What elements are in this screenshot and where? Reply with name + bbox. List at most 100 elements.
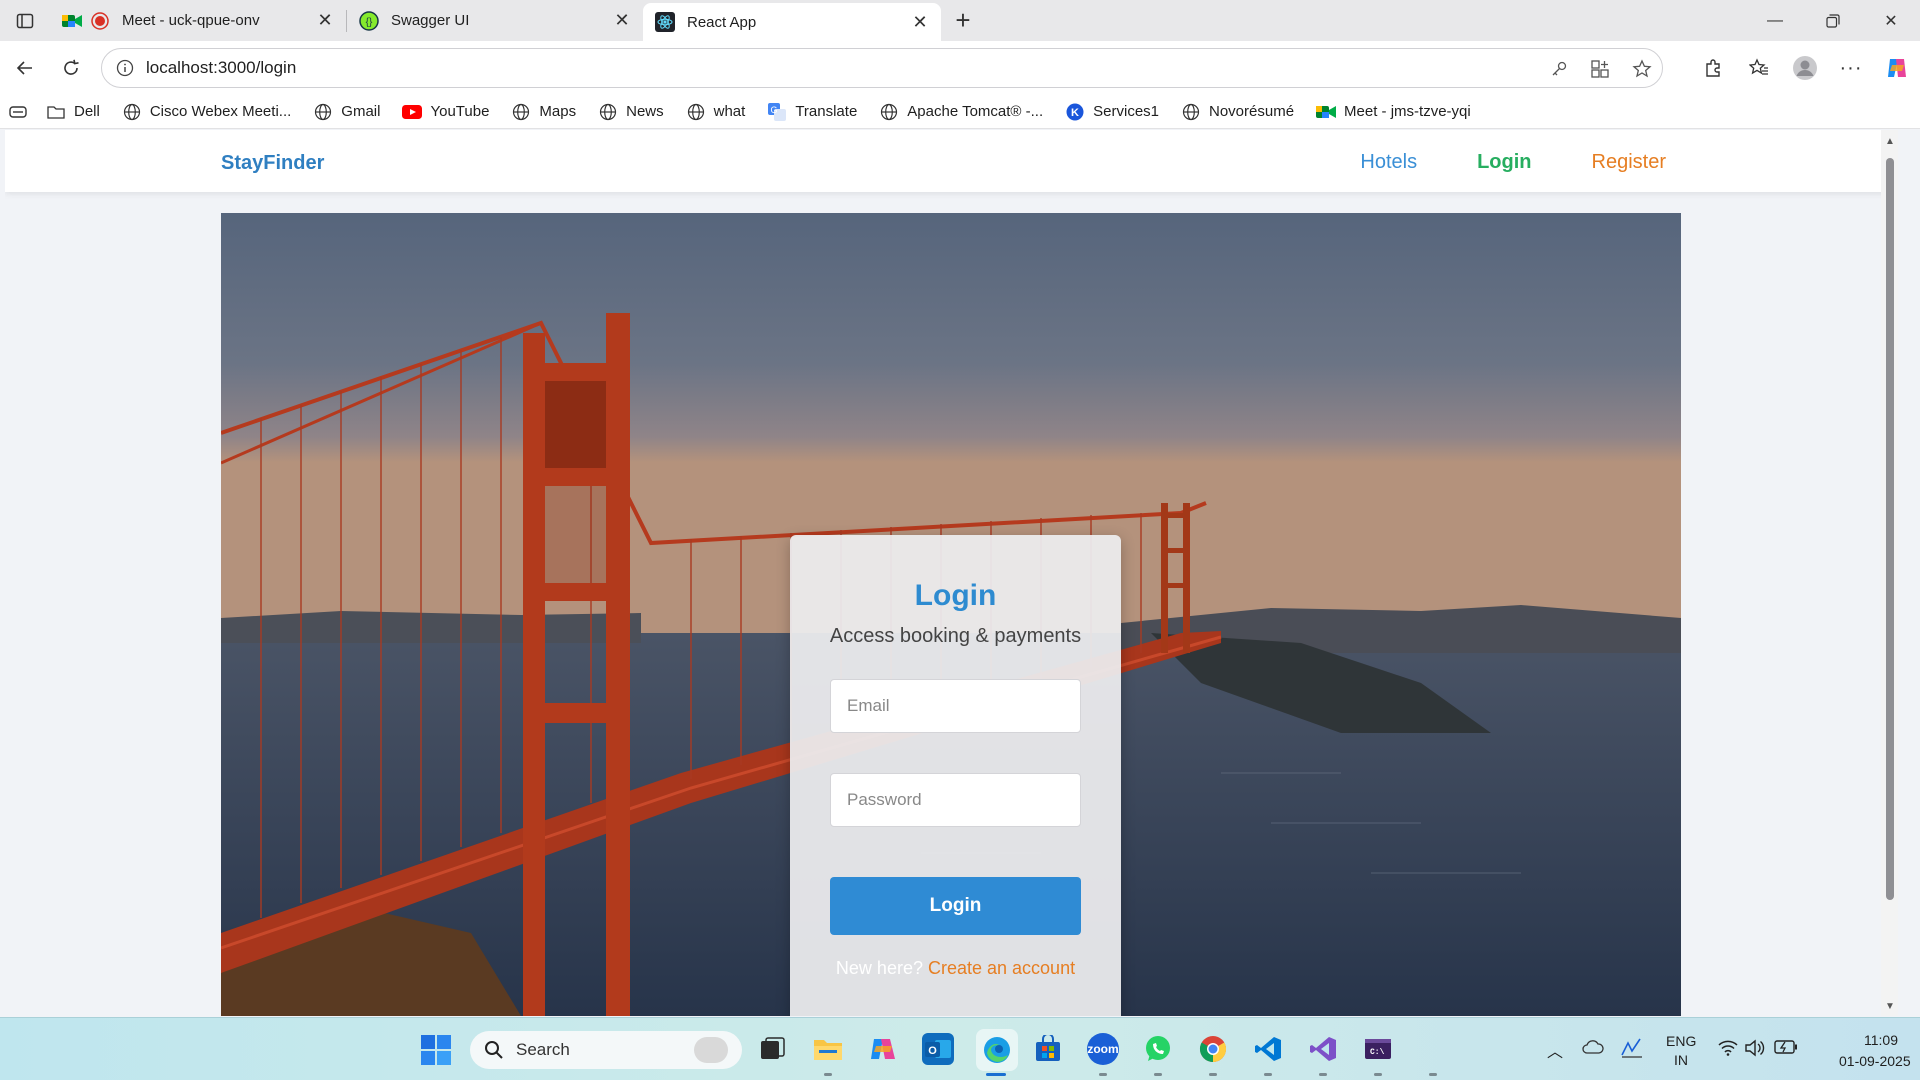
bookmarks-bar: Dell Cisco Webex Meeti... Gmail YouTube …	[0, 95, 1920, 129]
address-bar[interactable]: localhost:3000/login	[101, 48, 1663, 88]
create-account-link[interactable]: Create an account	[928, 958, 1075, 978]
browser-toolbar: localhost:3000/login ···	[0, 41, 1920, 95]
tab-meet[interactable]: Meet - uck-qpue-onv ✕	[50, 0, 346, 41]
network-sync-icon[interactable]	[1620, 1037, 1644, 1062]
favorite-star-icon[interactable]	[1632, 59, 1652, 79]
terminal-icon[interactable]: C:\	[1362, 1033, 1394, 1065]
password-input[interactable]: Password	[830, 773, 1081, 827]
edge-browser-icon[interactable]	[976, 1029, 1018, 1071]
bookmark-gmail[interactable]: Gmail	[313, 102, 380, 122]
scrollbar-thumb[interactable]	[1886, 158, 1894, 900]
taskbar-search[interactable]: Search	[470, 1031, 742, 1069]
login-submit-button[interactable]: Login	[830, 877, 1081, 935]
minimize-icon[interactable]: ―	[1746, 0, 1804, 41]
back-button[interactable]	[2, 48, 48, 88]
tab-swagger[interactable]: {} Swagger UI ✕	[347, 0, 643, 41]
bookmark-what[interactable]: what	[686, 102, 746, 122]
clock-time[interactable]: 11:09	[1864, 1032, 1898, 1048]
whatsapp-icon[interactable]	[1142, 1033, 1174, 1065]
task-view-icon[interactable]	[757, 1033, 789, 1065]
bookmark-youtube[interactable]: YouTube	[402, 102, 489, 122]
bookmark-novoresume[interactable]: Novorésumé	[1181, 102, 1294, 122]
close-tab-icon[interactable]: ✕	[611, 10, 633, 32]
bookmark-label: Meet - jms-tzve-yqi	[1344, 103, 1471, 120]
tab-strip: Meet - uck-qpue-onv ✕ {} Swagger UI ✕ Re…	[0, 0, 1920, 41]
close-tab-icon[interactable]: ✕	[909, 11, 931, 33]
globe-icon	[122, 102, 142, 122]
new-here-text: New here?	[835, 958, 923, 978]
bookmark-cisco-webex[interactable]: Cisco Webex Meeti...	[122, 102, 291, 122]
site-header: StayFinder Hotels Login Register	[5, 130, 1898, 192]
scroll-down-icon[interactable]: ▼	[1884, 1001, 1896, 1012]
clock-date[interactable]: 01-09-2025	[1839, 1053, 1911, 1069]
bookmark-label: Services1	[1093, 103, 1159, 120]
favorites-icon[interactable]	[1736, 48, 1782, 88]
reading-list-icon[interactable]	[8, 104, 28, 120]
windows-start-icon[interactable]	[421, 1035, 451, 1065]
extensions-icon[interactable]	[1690, 48, 1736, 88]
bookmark-apache-tomcat[interactable]: Apache Tomcat® -...	[879, 102, 1043, 122]
bookmark-translate[interactable]: G Translate	[767, 102, 857, 122]
visual-studio-icon[interactable]	[1307, 1033, 1339, 1065]
signup-prompt: New here? Create an account	[790, 958, 1121, 979]
sidebar-toggle-icon	[16, 13, 34, 28]
login-card: Login Access booking & payments Email Pa…	[790, 535, 1121, 1016]
globe-icon	[313, 102, 333, 122]
outlook-icon[interactable]: O	[922, 1033, 954, 1065]
copilot-icon[interactable]	[1874, 48, 1920, 88]
nav-register-link[interactable]: Register	[1592, 151, 1666, 174]
nav-hotels-link[interactable]: Hotels	[1360, 151, 1417, 174]
svg-text:{}: {}	[366, 17, 373, 28]
zoom-icon[interactable]: zoom	[1087, 1033, 1119, 1065]
page-viewport: StayFinder Hotels Login Register Login A…	[5, 130, 1898, 1016]
email-input[interactable]: Email	[830, 679, 1081, 733]
running-indicator	[1099, 1073, 1107, 1076]
reload-button[interactable]	[48, 48, 94, 88]
active-app-indicator	[986, 1073, 1006, 1076]
bookmark-maps[interactable]: Maps	[511, 102, 576, 122]
more-options-icon[interactable]: ···	[1828, 48, 1874, 88]
scroll-up-icon[interactable]: ▲	[1884, 136, 1896, 147]
bookmark-label: Maps	[539, 103, 577, 120]
bookmark-meet[interactable]: Meet - jms-tzve-yqi	[1316, 102, 1471, 122]
language-indicator[interactable]: ENG	[1666, 1033, 1696, 1049]
restore-icon[interactable]	[1804, 0, 1862, 41]
volume-icon[interactable]	[1744, 1039, 1766, 1060]
site-info-icon[interactable]	[116, 59, 134, 77]
tab-actions-button[interactable]	[0, 0, 50, 41]
vscode-icon[interactable]	[1252, 1033, 1284, 1065]
nav-login-link[interactable]: Login	[1477, 151, 1531, 174]
translate-icon: G	[767, 102, 787, 122]
bookmark-label: Novorésumé	[1209, 103, 1295, 120]
close-tab-icon[interactable]: ✕	[314, 10, 336, 32]
app-install-icon[interactable]	[1590, 59, 1610, 79]
bookmark-news[interactable]: News	[598, 102, 664, 122]
bookmark-dell[interactable]: Dell	[46, 102, 100, 122]
onedrive-icon[interactable]	[1582, 1040, 1604, 1057]
battery-icon[interactable]	[1774, 1040, 1798, 1057]
globe-icon	[686, 102, 706, 122]
new-tab-button[interactable]: +	[941, 0, 985, 41]
google-meet-icon	[62, 11, 82, 31]
brand-logo[interactable]: StayFinder	[221, 152, 324, 175]
password-key-icon[interactable]	[1550, 60, 1568, 78]
microsoft-store-icon[interactable]	[1032, 1033, 1064, 1065]
tab-title: Swagger UI	[391, 12, 470, 29]
bookmark-label: what	[713, 103, 746, 120]
windows-taskbar: Search O zoom C:\ ︿ ENG IN 11:09 01-09-2…	[0, 1017, 1920, 1080]
google-meet-icon	[1316, 102, 1337, 122]
search-highlight-icon	[694, 1037, 728, 1063]
page-scrollbar[interactable]: ▲ ▼	[1881, 130, 1898, 1016]
close-window-icon[interactable]: ✕	[1862, 0, 1920, 41]
tab-react-app[interactable]: React App ✕	[643, 3, 941, 41]
wifi-icon[interactable]	[1718, 1040, 1738, 1059]
show-hidden-icons-icon[interactable]: ︿	[1547, 1038, 1563, 1062]
copilot-app-icon[interactable]	[867, 1033, 899, 1065]
profile-avatar-icon[interactable]	[1782, 48, 1828, 88]
bookmark-services1[interactable]: K Services1	[1065, 102, 1159, 122]
bookmark-label: YouTube	[430, 103, 490, 120]
file-explorer-icon[interactable]	[812, 1033, 844, 1065]
login-subtitle: Access booking & payments	[829, 625, 1082, 647]
swagger-icon: {}	[359, 10, 379, 31]
chrome-icon[interactable]	[1197, 1033, 1229, 1065]
